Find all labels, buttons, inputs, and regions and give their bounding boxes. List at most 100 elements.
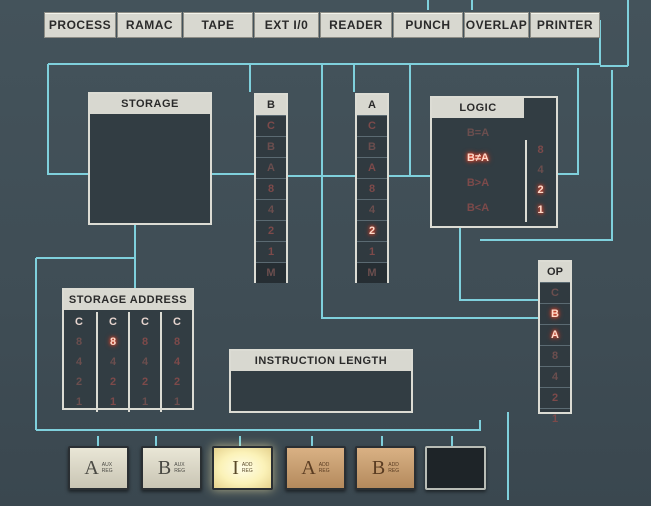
console-panel: PROCESS RAMAC TAPE EXT I/0 READER PUNCH … <box>0 0 651 506</box>
key-caption-line2: REG <box>318 468 330 474</box>
logic-side-lamp: 1 <box>537 204 544 216</box>
storage-box: STORAGE <box>88 92 212 225</box>
storage-address-lamp: 8 <box>141 336 149 348</box>
instruction-length-label: INSTRUCTION LENGTH <box>231 351 411 371</box>
status-overlap: OVERLAP <box>464 12 529 38</box>
lamp-a-0: C <box>357 115 387 136</box>
storage-address-digit-column: C 8 4 2 1 <box>96 312 128 412</box>
key-caption: AUX REG <box>102 462 113 474</box>
status-punch: PUNCH <box>393 12 463 38</box>
a-register-label: A <box>357 95 387 115</box>
storage-label: STORAGE <box>90 94 210 114</box>
status-tape: TAPE <box>183 12 253 38</box>
lamp-b-6: 1 <box>256 241 286 262</box>
key-caption-line2: REG <box>241 468 253 474</box>
status-ramac: RAMAC <box>117 12 182 38</box>
data-flow-lines <box>35 0 629 500</box>
key-caption: ADD REG <box>319 462 330 474</box>
instruction-length-box: INSTRUCTION LENGTH <box>229 349 413 413</box>
storage-address-lamp: 1 <box>109 396 117 408</box>
lamp-a-5: 2 <box>357 220 387 241</box>
storage-address-grid: C 8 4 2 1 C 8 4 2 1 C 8 4 2 1 C 8 4 2 1 <box>64 312 192 412</box>
lamp-b-5: 2 <box>256 220 286 241</box>
storage-address-lamp: 4 <box>141 356 149 368</box>
storage-address-digit-column: C 8 4 2 1 <box>128 312 160 412</box>
register-key-button[interactable]: B AUX REG <box>141 446 202 490</box>
key-caption-line2: REG <box>101 468 113 474</box>
lamp-a-1: B <box>357 136 387 157</box>
register-key-button[interactable]: B ADD REG <box>355 446 416 490</box>
storage-address-lamp: 4 <box>109 356 117 368</box>
key-caption-line2: REG <box>174 468 186 474</box>
key-caption: AUX REG <box>174 462 185 474</box>
b-register-label: B <box>256 95 286 115</box>
status-process: PROCESS <box>44 12 116 38</box>
lamp-op-3: 8 <box>540 345 570 366</box>
storage-address-column-header: C <box>141 316 149 328</box>
status-printer: PRINTER <box>530 12 600 38</box>
op-register: OP CBA8421 <box>538 260 572 425</box>
key-letter: B <box>157 456 172 479</box>
storage-address-lamp: 8 <box>75 336 83 348</box>
storage-address-lamp: 2 <box>109 376 117 388</box>
key-caption-line2: REG <box>388 468 400 474</box>
key-letter: A <box>84 456 99 479</box>
lamp-op-4: 4 <box>540 366 570 387</box>
storage-address-lamp: 2 <box>75 376 83 388</box>
logic-side-lamp: 2 <box>537 184 544 196</box>
lamp-a-7: M <box>357 262 387 283</box>
lamp-a-2: A <box>357 157 387 178</box>
storage-address-lamp: 2 <box>173 376 181 388</box>
logic-side-column: 8 4 2 1 <box>525 140 554 222</box>
lamp-op-1: B <box>540 303 570 324</box>
logic-condition-lamp: B=A <box>466 126 490 139</box>
storage-address-lamp: 8 <box>173 336 181 348</box>
storage-address-lamp: 1 <box>141 396 149 408</box>
lamp-b-7: M <box>256 262 286 283</box>
lamp-op-5: 2 <box>540 387 570 408</box>
logic-condition-lamp: B<A <box>466 201 490 214</box>
storage-address-lamp: 4 <box>75 356 83 368</box>
storage-address-lamp: 4 <box>173 356 181 368</box>
status-reader: READER <box>320 12 392 38</box>
lamp-op-0: C <box>540 282 570 303</box>
status-ext-io: EXT I/0 <box>254 12 319 38</box>
key-letter: I <box>232 456 239 479</box>
storage-address-digit-column: C 8 4 2 1 <box>64 312 94 412</box>
key-caption: ADD REG <box>388 462 399 474</box>
storage-address-label: STORAGE ADDRESS <box>64 290 192 310</box>
register-key-button[interactable]: I ADD REG <box>212 446 273 490</box>
a-register: A CBA8421M <box>355 93 389 283</box>
storage-address-box: STORAGE ADDRESS C 8 4 2 1 C 8 4 2 1 C 8 4 2 1 C 8 4 2 1 <box>62 288 194 412</box>
logic-condition-lamp: B>A <box>466 176 490 189</box>
key-letter: B <box>371 456 386 479</box>
b-register: B CBA8421M <box>254 93 288 283</box>
blank-key-button[interactable] <box>425 446 486 490</box>
lamp-b-2: A <box>256 157 286 178</box>
logic-box: LOGIC B=A B≠A B>A B<A 8 4 2 1 <box>430 96 558 228</box>
logic-side-lamp: 4 <box>537 164 544 176</box>
logic-label: LOGIC <box>432 98 524 118</box>
lamp-a-3: 8 <box>357 178 387 199</box>
logic-conditions: B=A B≠A B>A B<A <box>432 120 524 220</box>
logic-side-lamp: 8 <box>537 144 544 156</box>
storage-address-column-header: C <box>109 316 117 328</box>
register-key-button[interactable]: A AUX REG <box>68 446 129 490</box>
lamp-b-3: 8 <box>256 178 286 199</box>
storage-address-digit-column: C 8 4 2 1 <box>160 312 192 412</box>
logic-condition-lamp: B≠A <box>467 151 489 164</box>
storage-address-column-header: C <box>75 316 83 328</box>
lamp-a-6: 1 <box>357 241 387 262</box>
storage-address-lamp: 8 <box>109 336 117 348</box>
op-register-label: OP <box>540 262 570 282</box>
storage-address-column-header: C <box>173 316 181 328</box>
lamp-b-4: 4 <box>256 199 286 220</box>
lamp-b-0: C <box>256 115 286 136</box>
lamp-op-2: A <box>540 324 570 345</box>
storage-address-lamp: 1 <box>75 396 83 408</box>
key-letter: A <box>301 456 316 479</box>
key-caption: ADD REG <box>242 462 253 474</box>
register-key-button[interactable]: A ADD REG <box>285 446 346 490</box>
storage-address-lamp: 2 <box>141 376 149 388</box>
lamp-b-1: B <box>256 136 286 157</box>
